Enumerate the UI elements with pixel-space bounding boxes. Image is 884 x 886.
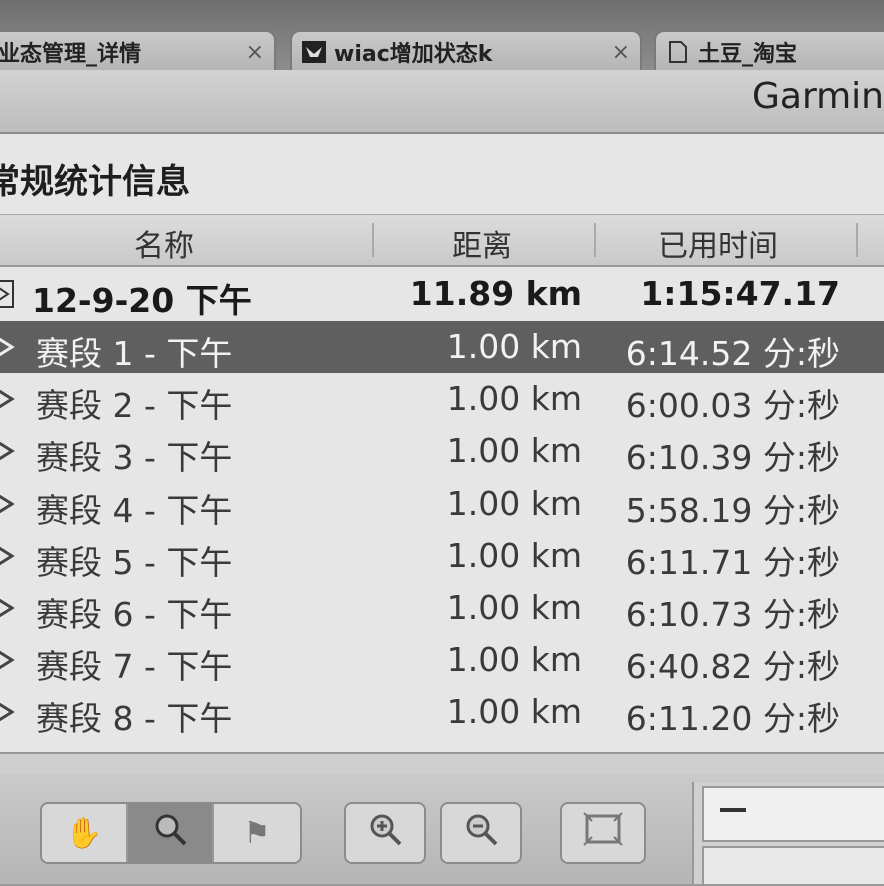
column-divider[interactable] <box>372 223 374 257</box>
activity-summary-row[interactable]: 12-9-20 下午 11.89 km 1:15:47.17 <box>0 268 884 320</box>
tab-3[interactable]: 土豆_淘宝 <box>654 30 884 72</box>
lap-row[interactable]: 赛段 6 - 下午 1.00 km 6:10.73 分:秒 <box>0 582 884 634</box>
tab-2-label: wiac增加状态k <box>334 42 493 67</box>
activity-elapsed: 1:15:47.17 <box>640 274 840 313</box>
lap-row[interactable]: 赛段 8 - 下午 1.00 km 6:11.20 分:秒 <box>0 686 884 738</box>
lap-name: 赛段 1 - 下午 <box>36 334 233 373</box>
lap-name: 赛段 3 - 下午 <box>36 438 233 478</box>
collapse-field[interactable] <box>702 786 884 842</box>
column-header-name[interactable]: 名称 <box>134 221 194 265</box>
lap-icon <box>0 646 16 674</box>
lap-icon <box>0 437 16 465</box>
lap-icon <box>0 333 16 361</box>
side-field-secondary[interactable] <box>702 846 884 886</box>
lap-pace: 6:10.39 分:秒 <box>625 438 840 478</box>
lap-row[interactable]: 赛段 1 - 下午 1.00 km 6:14.52 分:秒 <box>0 321 884 373</box>
lap-name: 赛段 5 - 下午 <box>36 542 233 582</box>
lap-icon <box>0 594 16 622</box>
pan-tool-button[interactable]: ✋ <box>42 804 128 862</box>
lap-row[interactable]: 赛段 2 - 下午 1.00 km 6:00.03 分:秒 <box>0 373 884 425</box>
tool-group-zoom <box>344 802 426 864</box>
lap-name: 赛段 8 - 下午 <box>36 699 233 739</box>
lap-row[interactable]: 赛段 7 - 下午 1.00 km 6:40.82 分:秒 <box>0 634 884 686</box>
lap-distance: 1.00 km <box>446 379 582 419</box>
lap-row[interactable]: 赛段 3 - 下午 1.00 km 6:10.39 分:秒 <box>0 425 884 477</box>
tab-3-label: 土豆_淘宝 <box>698 42 798 67</box>
activity-distance: 11.89 km <box>409 274 582 313</box>
tab-1-label: 业态管理_详情 <box>0 42 142 67</box>
tab-1[interactable]: 业态管理_详情 × <box>0 30 276 72</box>
lap-name: 赛段 6 - 下午 <box>36 595 233 634</box>
bird-icon <box>302 41 326 63</box>
column-header-distance[interactable]: 距离 <box>452 221 512 265</box>
window-title: Garmin <box>751 76 884 117</box>
fit-to-window-icon <box>583 812 623 854</box>
fit-to-window-button[interactable] <box>562 804 644 862</box>
tool-group-zoom-out <box>440 802 522 864</box>
lap-name: 赛段 7 - 下午 <box>36 647 233 687</box>
window-title-bar: Garmin <box>0 70 884 134</box>
activity-name: 12-9-20 下午 <box>32 281 252 320</box>
zoom-in-button[interactable] <box>346 804 424 862</box>
lap-pace: 6:11.71 分:秒 <box>625 542 840 582</box>
flag-icon: ⚑ <box>243 815 271 851</box>
lap-distance: 1.00 km <box>446 535 582 575</box>
tab-1-close-icon[interactable]: × <box>238 40 264 65</box>
lap-distance: 1.00 km <box>446 588 582 627</box>
browser-tab-bar: 业态管理_详情 × wiac增加状态k × 土豆_淘宝 <box>0 0 884 72</box>
lap-icon <box>0 698 16 726</box>
lap-distance: 1.00 km <box>446 692 582 732</box>
lap-distance: 1.00 km <box>446 483 582 523</box>
lap-pace: 6:14.52 分:秒 <box>625 334 840 373</box>
lap-distance: 1.00 km <box>446 431 582 471</box>
lap-pace: 5:58.19 分:秒 <box>625 490 840 530</box>
zoom-in-icon <box>367 811 403 855</box>
lap-pace: 6:11.20 分:秒 <box>625 699 840 739</box>
lap-row[interactable]: 赛段 4 - 下午 1.00 km 5:58.19 分:秒 <box>0 478 884 530</box>
column-header-elapsed[interactable]: 已用时间 <box>658 221 778 265</box>
minus-icon[interactable] <box>720 808 746 812</box>
select-tool-button[interactable] <box>128 804 214 862</box>
magnifier-icon <box>152 811 188 855</box>
lap-distance: 1.00 km <box>446 640 582 680</box>
column-divider[interactable] <box>856 223 858 257</box>
lap-distance: 1.00 km <box>446 327 582 366</box>
section-title: 常规统计信息 <box>0 162 190 202</box>
column-divider[interactable] <box>594 223 596 257</box>
lap-icon <box>0 385 16 413</box>
tab-2[interactable]: wiac增加状态k × <box>290 30 642 72</box>
pane-divider[interactable] <box>0 752 884 776</box>
tool-group-fit <box>560 802 646 864</box>
zoom-out-icon <box>463 811 499 855</box>
tool-group-main: ✋ ⚑ <box>40 802 302 864</box>
table-header: 名称 距离 已用时间 <box>0 214 884 267</box>
lap-name: 赛段 2 - 下午 <box>36 386 233 426</box>
flag-tool-button[interactable]: ⚑ <box>214 804 300 862</box>
lap-pace: 6:00.03 分:秒 <box>625 386 840 426</box>
lap-pace: 6:40.82 分:秒 <box>625 647 840 687</box>
lap-icon <box>0 542 16 570</box>
document-icon <box>666 41 690 63</box>
hand-icon: ✋ <box>65 815 103 851</box>
side-panel <box>692 782 884 886</box>
lap-name: 赛段 4 - 下午 <box>36 490 233 530</box>
tab-2-close-icon[interactable]: × <box>604 40 630 65</box>
zoom-out-button[interactable] <box>442 804 520 862</box>
lap-icon <box>0 490 16 518</box>
lap-row[interactable]: 赛段 5 - 下午 1.00 km 6:11.71 分:秒 <box>0 530 884 582</box>
activity-icon <box>0 280 16 308</box>
lap-pace: 6:10.73 分:秒 <box>625 595 840 634</box>
